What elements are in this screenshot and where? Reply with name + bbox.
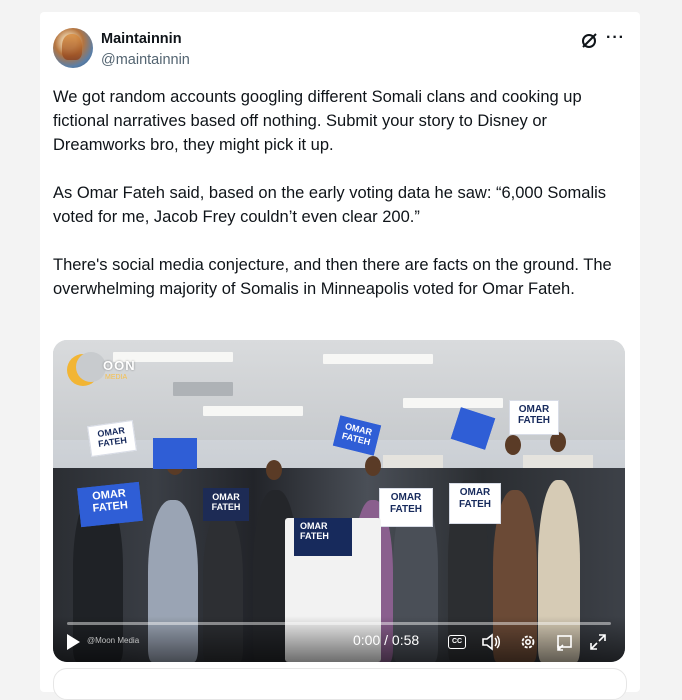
video-player[interactable]: OMAR FATEH OMAR FATEH OMAR FATEH OMAR FA… [53,340,625,662]
sign-text: OMAR [212,492,240,502]
moon-media-logo: OON MEDIA [65,350,145,390]
fullscreen-icon[interactable] [589,633,607,651]
quoted-post-card[interactable] [53,668,627,700]
picture-in-picture-icon[interactable] [555,633,573,651]
sign-text: FATEH [458,499,492,510]
sign-text: OMAR [459,487,491,498]
video-controls: @Moon Media 0:00 / 0:58 CC [53,616,625,662]
logo-text: OON [103,358,136,373]
sign-text: FATEH [389,504,423,515]
tweet-paragraph: As Omar Fateh said, based on the early v… [53,184,607,226]
settings-gear-icon[interactable] [519,633,537,651]
volume-icon[interactable] [481,633,501,651]
tweet-text: We got random accounts googling differen… [53,85,628,325]
avatar[interactable] [53,28,93,68]
time-separator: / [380,632,392,648]
play-icon[interactable] [67,634,80,650]
sign-text: FATEH [92,499,129,515]
duration: 0:58 [391,632,420,648]
tweet-paragraph: There's social media conjecture, and the… [53,256,612,298]
sign-text: OMAR [518,404,550,415]
tweet-card[interactable]: Maintainnin @maintainnin ··· We got rand… [40,12,640,700]
logo-sub: MEDIA [105,374,128,381]
more-dots-icon[interactable]: ··· [606,29,625,47]
grok-slash-circle-icon[interactable] [580,32,598,50]
video-watermark: @Moon Media [87,636,140,645]
podium-sign: OMAR FATEH [294,518,352,556]
captions-icon[interactable]: CC [448,635,466,649]
video-progress-bar[interactable] [67,622,611,625]
tweet-paragraph: We got random accounts googling differen… [53,88,582,154]
current-time: 0:00 [353,632,381,648]
video-time: 0:00 / 0:58 [353,632,419,648]
author-name[interactable]: Maintainnin [101,31,182,47]
sign-text: FATEH [211,502,241,512]
sign-text: FATEH [517,415,551,426]
author-handle[interactable]: @maintainnin [101,52,190,68]
sign-text: OMAR [390,492,422,503]
